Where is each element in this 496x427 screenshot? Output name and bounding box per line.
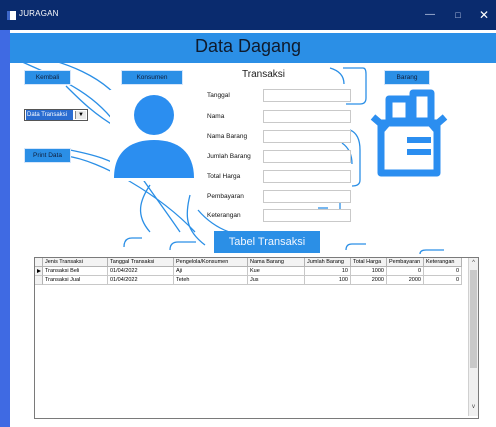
field-total-harga[interactable] — [263, 170, 351, 183]
transactions-table[interactable]: Jenis Transaksi Tanggal Transaksi Pengel… — [34, 257, 479, 419]
row-indicator[interactable] — [35, 267, 43, 276]
page-title: Data Dagang — [194, 36, 302, 56]
table-cell[interactable]: Teteh — [174, 276, 248, 285]
konsumen-button[interactable]: Konsumen — [121, 70, 183, 85]
table-cell[interactable]: 2000 — [387, 276, 424, 285]
table-cell[interactable]: 01/04/2022 — [108, 276, 174, 285]
column-header[interactable]: Tanggal Transaksi — [108, 258, 174, 267]
user-avatar-icon — [114, 95, 194, 178]
table-cell[interactable]: 0 — [424, 276, 462, 285]
column-header[interactable]: Total Harga — [351, 258, 387, 267]
table-cell[interactable]: 1000 — [351, 267, 387, 276]
column-header[interactable]: Keterangan — [424, 258, 462, 267]
table-cell[interactable]: 2000 — [351, 276, 387, 285]
box-inventory-icon — [370, 89, 448, 177]
column-header[interactable]: Pembayaran — [387, 258, 424, 267]
label-tanggal: Tanggal — [207, 92, 230, 99]
table-title: Tabel Transaksi — [214, 231, 320, 253]
customer-avatar — [110, 90, 198, 181]
table-corner — [35, 258, 43, 267]
label-total-harga: Total Harga — [207, 173, 241, 180]
column-header[interactable]: Nama Barang — [248, 258, 305, 267]
scroll-down-icon[interactable]: v — [469, 404, 478, 412]
field-jumlah-barang[interactable] — [263, 150, 351, 163]
row-indicator[interactable] — [35, 276, 43, 285]
chevron-down-icon[interactable]: ▼ — [75, 111, 86, 119]
table-cell[interactable]: 0 — [387, 267, 424, 276]
column-header[interactable]: Pengelola/Konsumen — [174, 258, 248, 267]
goods-image — [367, 89, 451, 180]
table-cell[interactable]: 100 — [305, 276, 351, 285]
label-keterangan: Keterangan — [207, 212, 241, 219]
table-cell[interactable]: 01/04/2022 — [108, 267, 174, 276]
print-data-button[interactable]: Print Data — [24, 148, 71, 163]
table-cell[interactable]: Jus — [248, 276, 305, 285]
kembali-button[interactable]: Kembali — [24, 70, 71, 85]
data-type-select[interactable]: Data Transaksi ▼ — [24, 109, 88, 121]
column-header[interactable]: Jenis Transaksi — [43, 258, 108, 267]
scroll-thumb[interactable] — [470, 270, 477, 368]
form-title: Transaksi — [242, 69, 285, 80]
table-cell[interactable]: 10 — [305, 267, 351, 276]
table-cell[interactable]: Transaksi Beli — [43, 267, 108, 276]
table-cell[interactable]: Aji — [174, 267, 248, 276]
field-nama[interactable] — [263, 110, 351, 123]
vertical-scrollbar[interactable]: ^ v — [468, 258, 478, 416]
label-jumlah-barang: Jumlah Barang — [207, 153, 251, 160]
label-nama-barang: Nama Barang — [207, 133, 248, 140]
column-header[interactable]: Jumlah Barang — [305, 258, 351, 267]
table-cell[interactable]: Kue — [248, 267, 305, 276]
field-nama-barang[interactable] — [263, 130, 351, 143]
field-tanggal[interactable] — [263, 89, 351, 102]
app-window: JURAGAN — □ ✕ Data Dagang Kembali Konsum… — [0, 0, 496, 427]
barang-button[interactable]: Barang — [384, 70, 430, 85]
label-pembayaran: Pembayaran — [207, 193, 244, 200]
label-nama: Nama — [207, 113, 225, 120]
field-keterangan[interactable] — [263, 209, 351, 222]
scroll-up-icon[interactable]: ^ — [469, 260, 478, 268]
table-cell[interactable]: Transaksi Jual — [43, 276, 108, 285]
field-pembayaran[interactable] — [263, 190, 351, 203]
select-value: Data Transaksi — [26, 110, 73, 120]
table-cell[interactable]: 0 — [424, 267, 462, 276]
